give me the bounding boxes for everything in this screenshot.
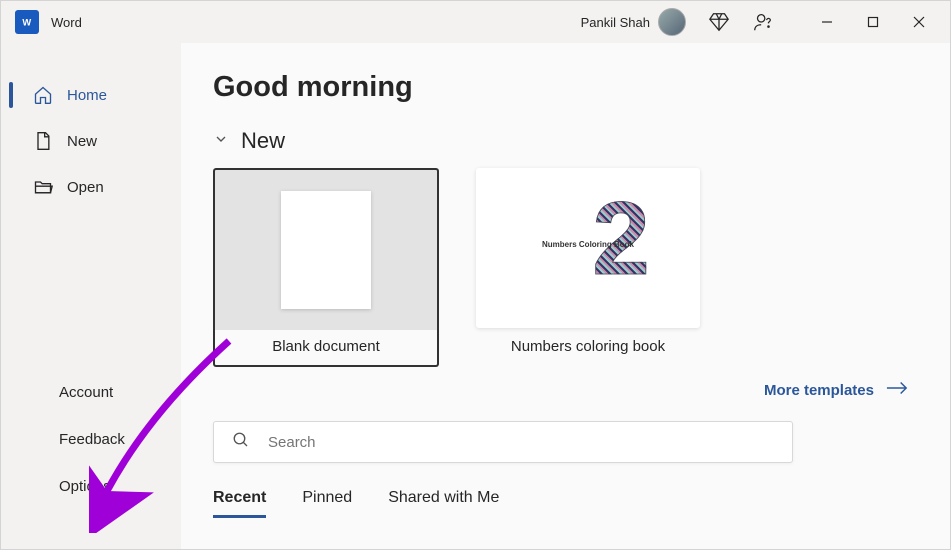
- sidebar-item-label: Feedback: [59, 431, 125, 448]
- more-templates-label: More templates: [764, 382, 874, 399]
- svg-text:W: W: [22, 18, 31, 28]
- chevron-down-icon: [213, 131, 229, 152]
- sidebar-item-label: Home: [67, 87, 107, 104]
- window-controls: [804, 1, 942, 43]
- user-name: Pankil Shah: [581, 15, 650, 30]
- section-title: New: [241, 128, 285, 154]
- sidebar: Home New Open Account Feedback: [1, 43, 181, 549]
- tab-shared-with-me[interactable]: Shared with Me: [388, 489, 499, 518]
- coloring-thumb-text: Numbers Coloring Book: [542, 241, 634, 250]
- new-section-header[interactable]: New: [213, 128, 950, 154]
- home-icon: [33, 85, 53, 105]
- blank-page-icon: [281, 191, 371, 309]
- search-box[interactable]: [213, 421, 793, 463]
- tab-recent[interactable]: Recent: [213, 489, 266, 518]
- close-button[interactable]: [896, 1, 942, 43]
- template-thumbnail: 2 Numbers Coloring Book: [476, 168, 700, 328]
- sidebar-item-feedback[interactable]: Feedback: [1, 417, 181, 462]
- template-thumbnail: [213, 168, 439, 330]
- template-numbers-coloring-book[interactable]: 2 Numbers Coloring Book Numbers coloring…: [475, 168, 701, 367]
- tab-pinned[interactable]: Pinned: [302, 489, 352, 518]
- titlebar-left: W Word: [15, 10, 82, 34]
- titlebar-right: Pankil Shah: [581, 1, 950, 43]
- sidebar-item-label: New: [67, 133, 97, 150]
- search-input[interactable]: [268, 434, 774, 451]
- sidebar-item-open[interactable]: Open: [1, 165, 181, 209]
- template-blank-document[interactable]: Blank document: [213, 168, 439, 367]
- search-icon: [232, 431, 250, 454]
- page-icon: [33, 131, 53, 151]
- minimize-button[interactable]: [804, 1, 850, 43]
- titlebar: W Word Pankil Shah: [1, 1, 950, 43]
- app-title: Word: [51, 15, 82, 30]
- main-content: Good morning New Blank document 2: [181, 43, 950, 549]
- diamond-icon[interactable]: [708, 11, 730, 33]
- sidebar-item-options[interactable]: Options: [1, 464, 181, 509]
- greeting-heading: Good morning: [213, 71, 950, 104]
- sidebar-item-label: Open: [67, 179, 104, 196]
- doc-tabs: Recent Pinned Shared with Me: [213, 489, 950, 518]
- more-templates-link[interactable]: More templates: [764, 381, 908, 399]
- user-account[interactable]: Pankil Shah: [581, 8, 686, 36]
- sidebar-item-home[interactable]: Home: [1, 73, 181, 117]
- templates-row: Blank document 2 Numbers Coloring Book N…: [213, 168, 950, 367]
- template-label: Numbers coloring book: [511, 332, 665, 365]
- sidebar-item-label: Account: [59, 384, 113, 401]
- folder-icon: [33, 177, 53, 197]
- template-label: Blank document: [215, 332, 437, 365]
- sidebar-item-label: Options: [59, 478, 111, 495]
- word-app-icon: W: [15, 10, 39, 34]
- sidebar-item-new[interactable]: New: [1, 119, 181, 163]
- arrow-right-icon: [886, 381, 908, 399]
- person-question-icon[interactable]: [752, 11, 774, 33]
- sidebar-item-account[interactable]: Account: [1, 370, 181, 415]
- avatar: [658, 8, 686, 36]
- maximize-button[interactable]: [850, 1, 896, 43]
